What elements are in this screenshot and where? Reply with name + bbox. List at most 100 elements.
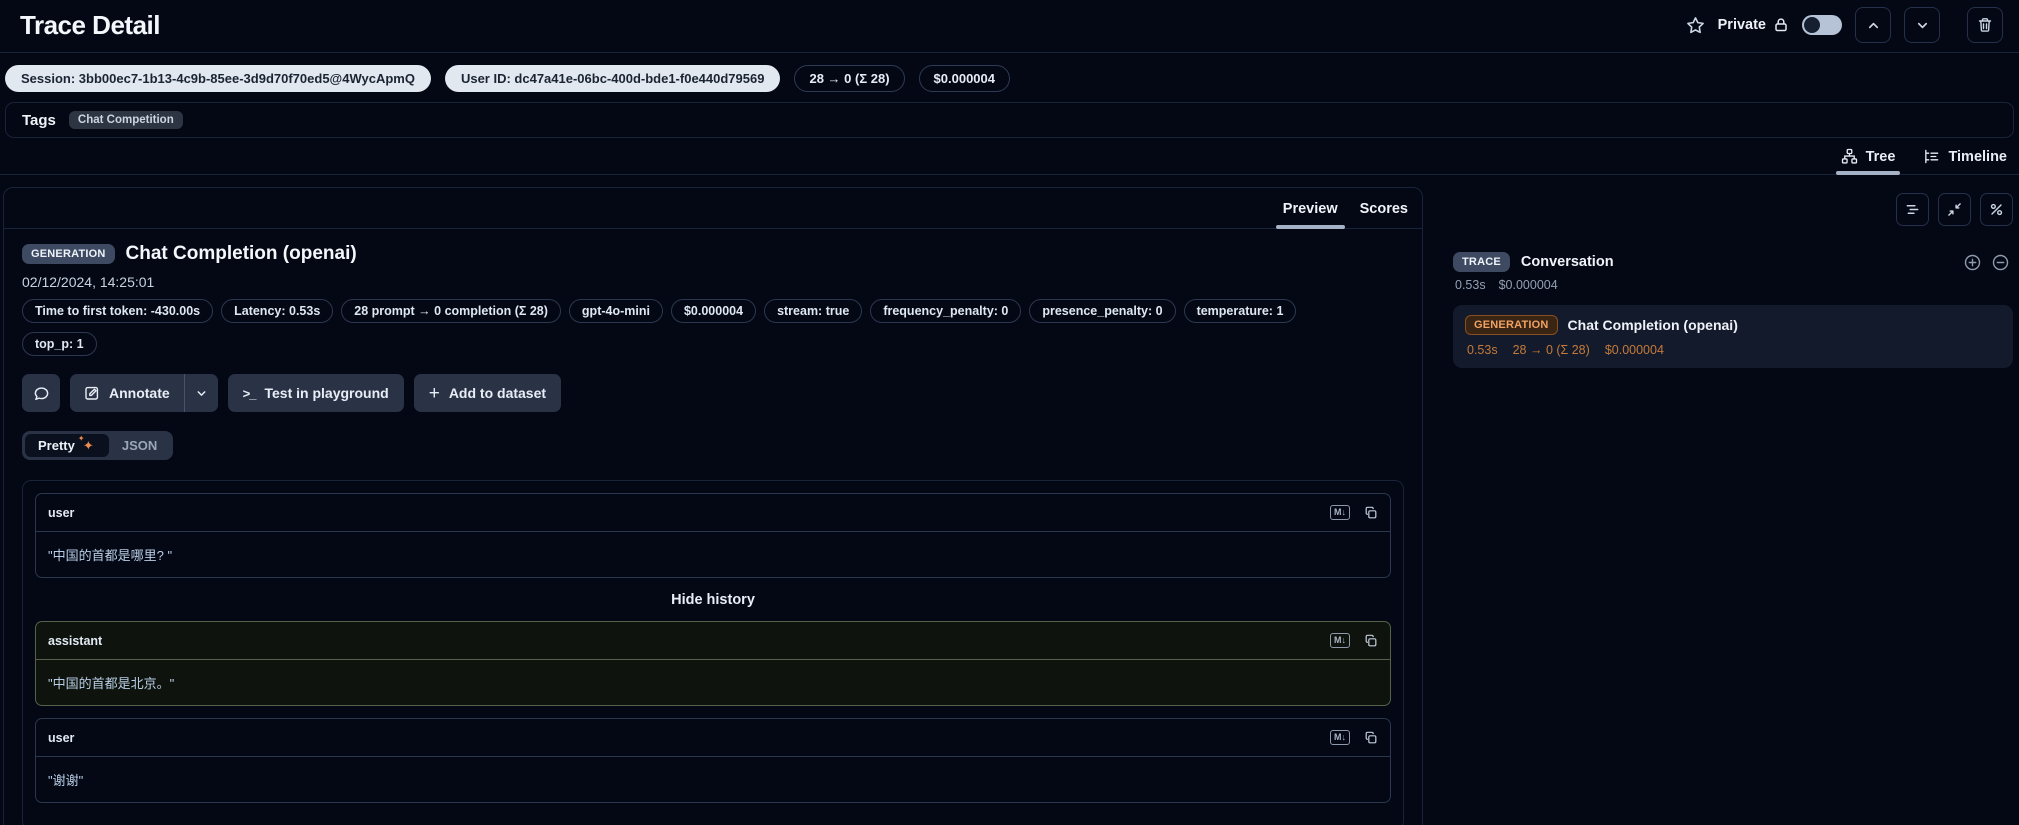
trace-latency: 0.53s [1455, 278, 1486, 292]
add-to-dataset-label: Add to dataset [449, 385, 546, 401]
tab-scores[interactable]: Scores [1360, 201, 1408, 228]
panel-tabs: Preview Scores [4, 188, 1422, 229]
copy-icon[interactable] [1364, 731, 1378, 745]
percent-icon [1989, 202, 2004, 217]
observation-metrics-row: Time to first token: -430.00s Latency: 0… [22, 299, 1404, 323]
tags-bar: Tags Chat Competition [5, 102, 2014, 138]
format-pretty[interactable]: Pretty ✦ ✦ [25, 434, 109, 457]
annotate-main[interactable]: Annotate [70, 385, 184, 401]
copy-icon[interactable] [1364, 506, 1378, 520]
meta-badge: Time to first token: -430.00s [22, 299, 213, 323]
content-row: Preview Scores GENERATION Chat Completio… [0, 187, 2019, 825]
metrics-gantt-icon [1905, 202, 1920, 217]
meta-badge: presence_penalty: 0 [1029, 299, 1175, 323]
annotate-label: Annotate [109, 385, 170, 401]
copy-icon[interactable] [1364, 634, 1378, 648]
trace-badges-row: Session: 3bb00ec7-1b13-4c9b-85ee-3d9d70f… [0, 53, 2019, 102]
trace-tree-root[interactable]: TRACE Conversation [1453, 252, 2013, 272]
format-json[interactable]: JSON [109, 434, 170, 457]
header-actions: Private [1686, 7, 2003, 43]
trace-tree-panel: TRACE Conversation 0.53s $0.000004 [1423, 187, 2019, 825]
meta-badge: Latency: 0.53s [221, 299, 333, 323]
message-header: user M↓ [36, 719, 1390, 757]
comments-button[interactable] [22, 374, 60, 412]
cost-badge: $0.000004 [919, 65, 1010, 92]
generation-metrics: 0.53s 28 → 0 (Σ 28) $0.000004 [1465, 343, 2003, 357]
annotate-dropdown[interactable] [185, 387, 218, 400]
trace-metrics: 0.53s $0.000004 [1453, 278, 2013, 292]
observation-header: GENERATION Chat Completion (openai) [22, 243, 1404, 265]
terminal-icon: >_ [243, 386, 256, 401]
tree-generation-row[interactable]: GENERATION Chat Completion (openai) 0.53… [1453, 305, 2013, 368]
tree-toolbar [1453, 193, 2013, 226]
tab-preview[interactable]: Preview [1283, 201, 1338, 228]
chevron-down-icon [195, 387, 208, 400]
chevron-down-icon [1915, 18, 1930, 33]
toggle-knob [1804, 17, 1820, 33]
comment-bubble-icon [33, 385, 50, 402]
message-content: "中国的首都是哪里? " [36, 532, 1390, 577]
timeline-view-icon [1923, 148, 1940, 165]
observation-panel: Preview Scores GENERATION Chat Completio… [3, 187, 1423, 825]
observation-metrics-row2: top_p: 1 [22, 332, 1404, 356]
message-user-1: user M↓ "中国的首都是哪里? " [35, 493, 1391, 578]
playground-label: Test in playground [265, 385, 389, 401]
meta-badge: 28 prompt → 0 completion (Σ 28) [341, 299, 561, 323]
tab-tree[interactable]: Tree [1841, 148, 1896, 174]
bookmark-star-icon[interactable] [1686, 16, 1705, 35]
generation-title: Chat Completion (openai) [1568, 317, 1738, 333]
expand-all-icon[interactable] [1964, 254, 1981, 271]
tag-chip[interactable]: Chat Competition [69, 111, 183, 129]
app-header: Trace Detail Private [0, 0, 2019, 52]
trace-cost: $0.000004 [1499, 278, 1558, 292]
meta-badge: temperature: 1 [1184, 299, 1297, 323]
add-to-dataset-button[interactable]: + Add to dataset [414, 374, 561, 412]
markdown-toggle-icon[interactable]: M↓ [1330, 633, 1350, 648]
annotate-button[interactable]: Annotate [70, 374, 218, 412]
generation-row-header: GENERATION Chat Completion (openai) [1465, 315, 2003, 335]
previous-trace-button[interactable] [1855, 7, 1891, 43]
view-tabs: Tree Timeline [0, 148, 2019, 175]
generation-latency: 0.53s [1467, 343, 1498, 357]
message-assistant: assistant M↓ "中国的首都是北京。" [35, 621, 1391, 706]
format-toggle: Pretty ✦ ✦ JSON [22, 431, 173, 460]
next-trace-button[interactable] [1904, 7, 1940, 43]
collapse-panel-button[interactable] [1938, 193, 1971, 226]
meta-badge: top_p: 1 [22, 332, 97, 356]
hide-history-button[interactable]: Hide history [35, 578, 1391, 621]
test-in-playground-button[interactable]: >_ Test in playground [228, 374, 404, 412]
message-role: assistant [48, 634, 102, 648]
privacy-label: Private [1718, 17, 1766, 33]
meta-badge: stream: true [764, 299, 862, 323]
message-header: user M↓ [36, 494, 1390, 532]
chevron-up-icon [1866, 18, 1881, 33]
markdown-toggle-icon[interactable]: M↓ [1330, 730, 1350, 745]
tab-timeline-label: Timeline [1948, 149, 2007, 165]
user-id-badge[interactable]: User ID: dc47a41e-06bc-400d-bde1-f0e440d… [445, 65, 781, 92]
meta-badge: frequency_penalty: 0 [870, 299, 1021, 323]
message-header: assistant M↓ [36, 622, 1390, 660]
message-header-icons: M↓ [1330, 633, 1378, 648]
message-header-icons: M↓ [1330, 730, 1378, 745]
privacy-control: Private [1718, 17, 1789, 33]
toggle-metrics-button[interactable] [1896, 193, 1929, 226]
toggle-percentages-button[interactable] [1980, 193, 2013, 226]
message-user-2: user M↓ "谢谢" [35, 718, 1391, 803]
generation-tokens: 28 → 0 (Σ 28) [1513, 343, 1590, 357]
tab-timeline[interactable]: Timeline [1923, 148, 2007, 174]
public-private-toggle[interactable] [1802, 15, 1842, 35]
message-role: user [48, 731, 74, 745]
page-title: Trace Detail [20, 10, 160, 41]
tab-tree-label: Tree [1866, 149, 1896, 165]
trace-title: Conversation [1521, 254, 1614, 270]
plus-icon: + [429, 384, 440, 403]
session-badge[interactable]: Session: 3bb00ec7-1b13-4c9b-85ee-3d9d70f… [5, 65, 431, 92]
sparkles-icon: ✦ ✦ [81, 438, 96, 453]
delete-trace-button[interactable] [1967, 7, 2003, 43]
markdown-toggle-icon[interactable]: M↓ [1330, 505, 1350, 520]
token-usage-badge: 28 → 0 (Σ 28) [794, 65, 904, 92]
trash-icon [1977, 17, 1993, 33]
tags-label: Tags [22, 112, 56, 129]
message-content: "谢谢" [36, 757, 1390, 802]
collapse-all-icon[interactable] [1992, 254, 2009, 271]
